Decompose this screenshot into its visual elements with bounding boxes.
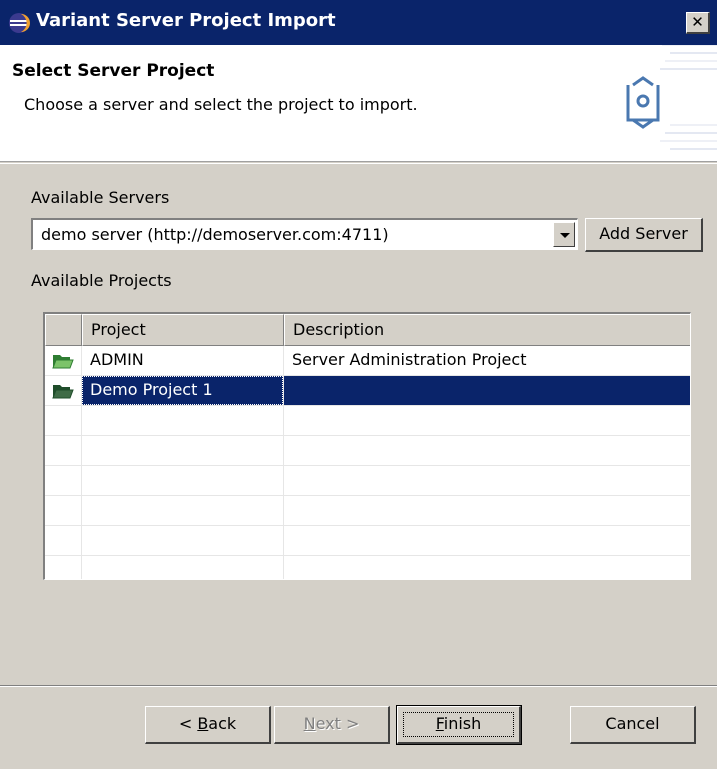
row-project-cell	[82, 466, 284, 495]
row-project-cell: Demo Project 1	[82, 376, 284, 405]
row-description-cell	[284, 496, 690, 525]
projects-table[interactable]: Project Description ADMIN Server Adminis…	[43, 312, 691, 580]
import-project-icon	[626, 45, 717, 150]
row-description-cell	[284, 556, 690, 579]
banner-divider	[0, 163, 717, 164]
close-button[interactable]: ✕	[686, 12, 710, 34]
table-row-empty	[45, 436, 690, 466]
page-title: Select Server Project	[12, 61, 215, 81]
back-button[interactable]: < Back	[145, 706, 271, 744]
row-description-cell: Server Administration Project	[292, 350, 527, 369]
title-bar[interactable]: Variant Server Project Import ✕	[0, 0, 717, 45]
row-icon-cell	[45, 556, 82, 579]
row-icon-cell	[45, 496, 82, 525]
eclipse-app-icon	[9, 13, 30, 33]
server-select-value: demo server (http://demoserver.com:4711)	[41, 225, 389, 244]
back-button-label: ack	[208, 714, 237, 733]
next-button-mnemonic: N	[303, 714, 316, 733]
row-project-cell: ADMIN	[82, 346, 284, 375]
add-server-button[interactable]: Add Server	[585, 218, 703, 252]
server-select[interactable]: demo server (http://demoserver.com:4711)	[31, 218, 578, 250]
table-row-empty	[45, 466, 690, 496]
close-icon: ✕	[691, 13, 704, 31]
import-dialog: Variant Server Project Import ✕ Select S…	[0, 0, 717, 769]
column-header-icon[interactable]	[45, 314, 82, 346]
row-description-cell	[284, 526, 690, 555]
table-header: Project Description	[45, 314, 690, 346]
next-button[interactable]: Next >	[274, 706, 390, 744]
row-project-cell	[82, 436, 284, 465]
page-description: Choose a server and select the project t…	[24, 95, 418, 114]
row-icon-cell	[45, 376, 82, 405]
row-description-cell	[284, 376, 690, 405]
column-header-description[interactable]: Description	[284, 314, 690, 346]
folder-open-icon	[52, 385, 74, 399]
wizard-banner: Select Server Project Choose a server an…	[0, 45, 717, 162]
row-description-cell	[284, 436, 690, 465]
folder-open-icon	[52, 355, 74, 369]
row-project-cell	[82, 556, 284, 579]
window-title: Variant Server Project Import	[36, 10, 336, 31]
footer-divider-highlight	[0, 686, 717, 687]
row-icon-cell	[45, 526, 82, 555]
row-description-cell	[284, 406, 690, 435]
table-row-empty	[45, 406, 690, 436]
row-description-cell	[284, 466, 690, 495]
column-header-project[interactable]: Project	[82, 314, 284, 346]
row-project-cell	[82, 526, 284, 555]
server-select-dropdown-button[interactable]	[553, 222, 575, 247]
focus-rect	[82, 376, 283, 405]
cancel-button[interactable]: Cancel	[570, 706, 696, 744]
back-button-prefix: <	[178, 714, 198, 733]
table-row-selected[interactable]: Demo Project 1	[45, 376, 690, 406]
available-projects-label: Available Projects	[31, 271, 172, 290]
row-icon-cell	[45, 346, 82, 375]
table-row[interactable]: ADMIN Server Administration Project	[45, 346, 690, 376]
available-servers-label: Available Servers	[31, 188, 170, 207]
finish-button[interactable]: Finish	[396, 705, 522, 745]
row-icon-cell	[45, 436, 82, 465]
back-button-mnemonic: B	[197, 714, 209, 733]
focus-rect	[403, 712, 514, 737]
row-icon-cell	[45, 466, 82, 495]
row-icon-cell	[45, 406, 82, 435]
next-button-label: ext >	[315, 714, 360, 733]
table-row-empty	[45, 526, 690, 556]
row-project-cell	[82, 406, 284, 435]
table-row-empty	[45, 496, 690, 526]
row-project-cell	[82, 496, 284, 525]
table-row-empty	[45, 556, 690, 579]
chevron-down-icon	[560, 233, 570, 238]
